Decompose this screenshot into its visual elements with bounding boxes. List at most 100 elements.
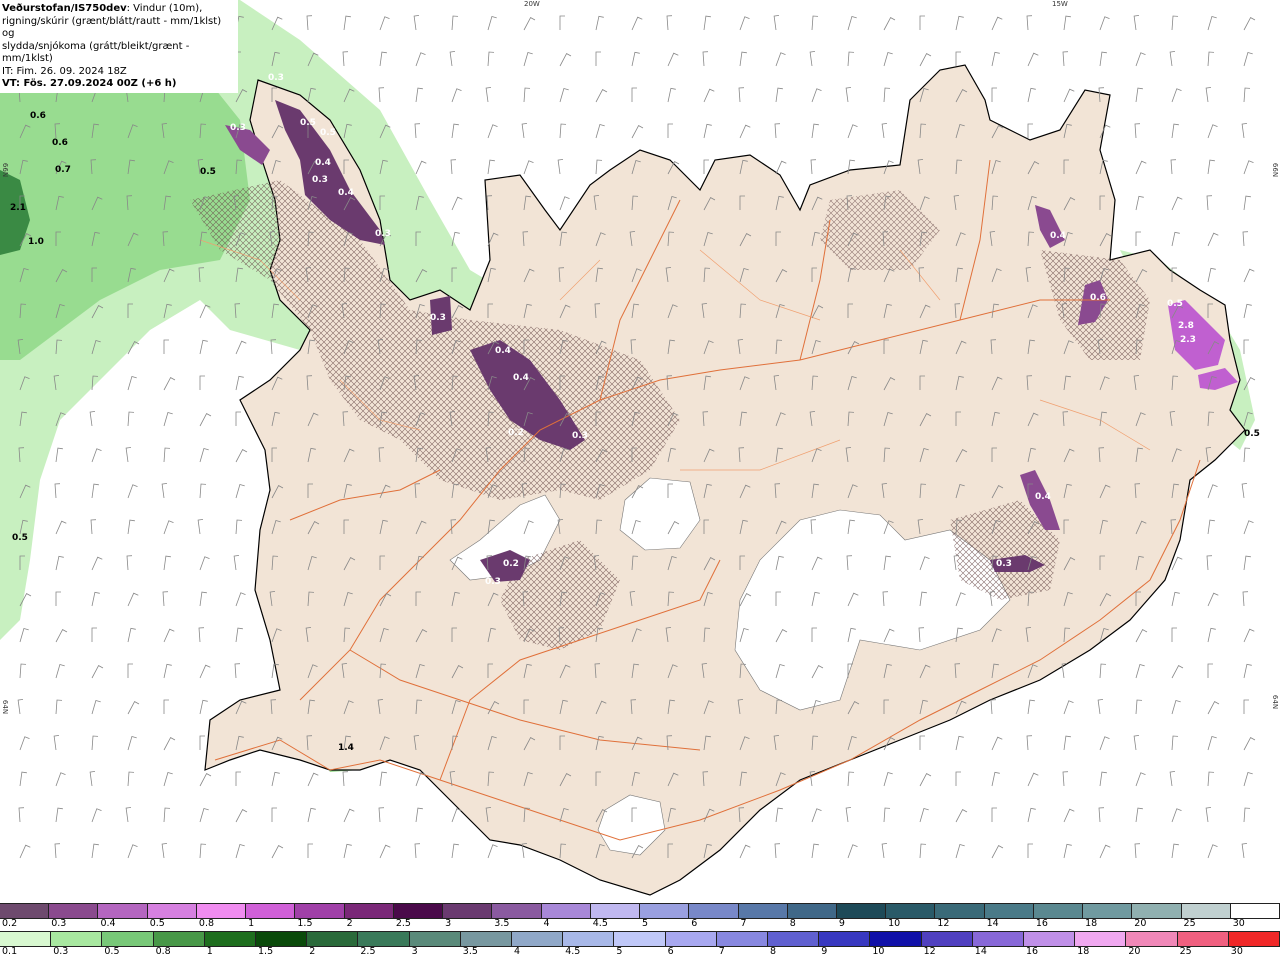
legend-label: 2 — [346, 918, 353, 929]
legend-label: 4.5 — [565, 946, 581, 957]
legend-swatch — [1181, 904, 1231, 918]
legend-swatch — [563, 932, 615, 946]
legend-label: 16 — [1035, 918, 1048, 929]
latitude-label-66n-right: 66N — [1271, 162, 1280, 178]
legend-swatch — [886, 904, 936, 918]
legend-swatch — [295, 904, 345, 918]
legend-label: 0.8 — [198, 918, 215, 929]
legend-swatch — [984, 904, 1034, 918]
legend-label: 1.5 — [258, 946, 274, 957]
legend-label: 2.5 — [395, 918, 411, 929]
description-line-3: slydda/snjókoma (grátt/bleikt/grænt - mm… — [2, 40, 190, 65]
legend-label: 2 — [309, 946, 316, 957]
map-header: Veðurstofan/IS750dev: Vindur (10m), rign… — [0, 0, 238, 93]
precip-value-label: 0.5 — [1167, 299, 1183, 309]
longitude-label-15w: 15W — [1052, 0, 1068, 8]
legend-label: 5 — [642, 918, 649, 929]
precip-value-label: 0.4 — [338, 188, 354, 198]
legend-swatch — [512, 932, 564, 946]
legend-label: 25 — [1179, 946, 1192, 957]
legend-swatch — [1177, 932, 1229, 946]
legend-sleet-snow-labels: 0.2 0.3 0.4 0.5 0.8 1 1.5 2 2.5 3 3.5 4 4.5 5 6 7 8 9 10 12… — [0, 918, 1280, 932]
legend-label: 3 — [445, 918, 452, 929]
legend-swatch — [689, 904, 739, 918]
legend-label: 2.5 — [360, 946, 376, 957]
legend-swatch — [614, 932, 666, 946]
legend-label: 25 — [1183, 918, 1196, 929]
legend-label: 8 — [770, 946, 777, 957]
legend-label: 5 — [616, 946, 623, 957]
precip-value-label: 0.4 — [513, 373, 529, 383]
legend-swatch — [147, 904, 197, 918]
latitude-label-66n-left: 66N — [1, 162, 10, 178]
legend-swatch — [1126, 932, 1178, 946]
legend-swatch — [204, 932, 257, 946]
legend-label: 0.5 — [104, 946, 120, 957]
legend-label: 7 — [740, 918, 747, 929]
legend-label: 8 — [789, 918, 796, 929]
precip-value-label: 2.3 — [1180, 335, 1196, 345]
legend-rain-labels: 0.1 0.3 0.5 0.8 1 1.5 2 2.5 3 3.5 4 4.5 5 6 7 8 9 10 12 14 1… — [0, 946, 1280, 960]
legend-label: 16 — [1026, 946, 1039, 957]
legend-swatch — [836, 904, 887, 918]
legend-label: 4.5 — [592, 918, 608, 929]
legend-swatch — [98, 904, 148, 918]
issue-time: IT: Fim. 26. 09. 2024 18Z — [2, 65, 127, 77]
legend-label: 30 — [1232, 918, 1245, 929]
source-title: Veðurstofan/IS750dev — [2, 3, 127, 14]
precip-value-label: 0.6 — [1090, 293, 1106, 303]
precip-value-label: 0.4 — [1050, 231, 1066, 241]
legend-swatch — [344, 904, 394, 918]
precip-value-label: 0.4 — [495, 346, 511, 356]
legend-swatch — [393, 904, 444, 918]
precip-value-label: 2.1 — [10, 203, 26, 213]
legend-swatch — [1033, 904, 1084, 918]
legend-label: 30 — [1230, 946, 1243, 957]
legend-swatch — [153, 932, 205, 946]
legend-label: 1 — [206, 946, 213, 957]
description-line-2: rigning/skúrir (grænt/blátt/rautt - mm/1… — [2, 15, 222, 40]
precip-value-label: 2.8 — [1178, 321, 1194, 331]
legend-swatch — [640, 904, 690, 918]
legend-swatch — [665, 932, 717, 946]
legend-swatch — [358, 932, 410, 946]
legend-swatch — [492, 904, 542, 918]
legend-swatch — [196, 904, 247, 918]
legend-label: 14 — [974, 946, 987, 957]
precip-value-label: 0.5 — [300, 118, 316, 128]
precip-value-label: 0.5 — [200, 167, 216, 177]
legend-label: 0.1 — [2, 946, 18, 957]
precip-value-label: 0.5 — [320, 128, 336, 138]
legend-label: 0.4 — [100, 918, 116, 929]
legend-swatch — [921, 932, 973, 946]
legend-swatch — [819, 932, 871, 946]
precip-value-label: 0.5 — [12, 533, 28, 543]
precip-value-label: 0.5 — [1244, 429, 1260, 439]
precip-value-label: 0.3 — [430, 313, 446, 323]
description-line-1: : Vindur (10m), — [126, 3, 203, 14]
legend-sleet-snow-bar — [0, 903, 1280, 919]
legend-swatch — [787, 904, 837, 918]
legend-label: 9 — [821, 946, 828, 957]
precip-value-label: 0.3 — [996, 559, 1012, 569]
legend-swatch — [256, 932, 308, 946]
legend-label: 0.8 — [155, 946, 171, 957]
legend-label: 18 — [1077, 946, 1090, 957]
legend-swatch — [972, 932, 1025, 946]
legend-swatch — [716, 932, 769, 946]
legend-label: 0.5 — [149, 918, 165, 929]
precip-value-label: 0.3 — [312, 175, 328, 185]
legend-label: 4 — [543, 918, 550, 929]
legend-label: 12 — [937, 918, 950, 929]
legend-label: 6 — [667, 946, 674, 957]
legend-swatch — [460, 932, 513, 946]
precip-value-label: 0.3 — [268, 73, 284, 83]
legend-swatch — [409, 932, 461, 946]
weather-map: 0.3 0.5 0.5 0.3 0.4 0.3 0.4 0.3 0.6 0.6 0.7 0.5 2.1 1… — [0, 0, 1280, 900]
legend-swatch — [935, 904, 985, 918]
color-legend: 0.2 0.3 0.4 0.5 0.8 1 1.5 2 2.5 3 3.5 4 4.5 5 6 7 8 9 10 12… — [0, 900, 1280, 960]
legend-swatch — [1075, 932, 1127, 946]
legend-label: 14 — [986, 918, 999, 929]
precip-value-label: 0.6 — [52, 138, 68, 148]
legend-swatch — [307, 932, 359, 946]
